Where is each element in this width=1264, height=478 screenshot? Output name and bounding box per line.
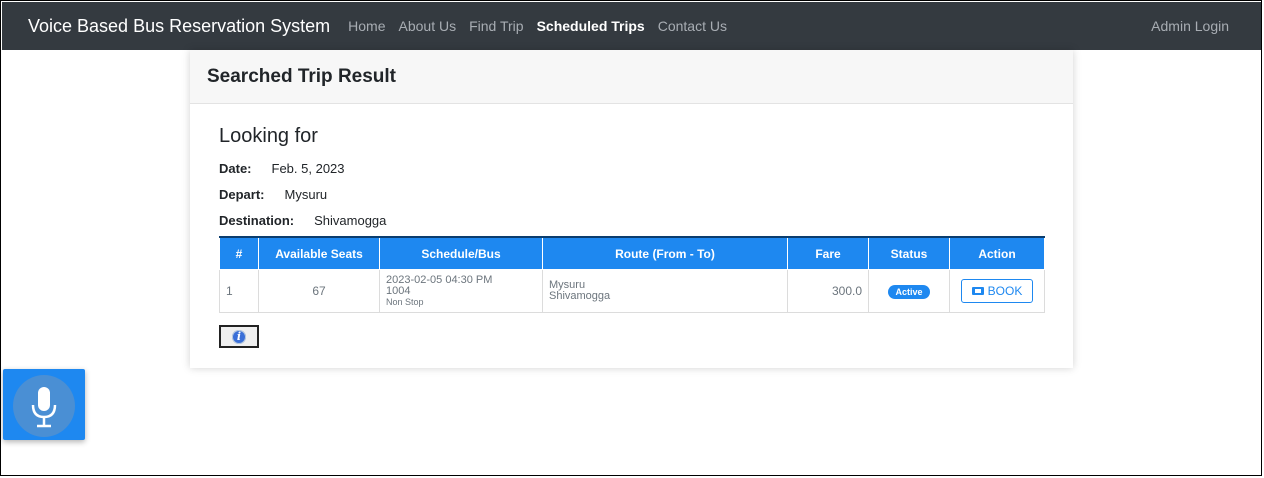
info-button[interactable]: i (219, 325, 259, 348)
date-row: Date: Feb. 5, 2023 (219, 161, 345, 176)
book-button[interactable]: BOOK (960, 279, 1034, 303)
book-button-label: BOOK (987, 284, 1023, 298)
admin-login-link[interactable]: Admin Login (1151, 18, 1229, 34)
col-header-num: # (219, 236, 259, 270)
status-badge: Active (888, 284, 930, 299)
top-navbar: Voice Based Bus Reservation System Home … (2, 2, 1261, 50)
voice-mic-button[interactable] (3, 369, 85, 440)
nav-scheduled-trips[interactable]: Scheduled Trips (537, 18, 645, 34)
col-header-seats: Available Seats (258, 236, 380, 270)
date-label: Date: (219, 161, 252, 176)
depart-row: Depart: Mysuru (219, 187, 327, 202)
row-bus-type: Non Stop (386, 296, 424, 307)
row-action-cell: BOOK (949, 269, 1045, 313)
looking-for-heading: Looking for (219, 125, 318, 147)
destination-value: Shivamogga (314, 213, 387, 228)
row-bus: 1004 (386, 284, 411, 297)
destination-row: Destination: Shivamogga (219, 213, 386, 228)
row-route-to: Shivamogga (549, 290, 611, 302)
destination-label: Destination: (219, 213, 295, 228)
search-result-card: Searched Trip Result Looking for Date: Fe… (190, 50, 1073, 368)
card-header: Searched Trip Result (190, 50, 1073, 104)
microphone-icon (31, 387, 57, 428)
row-schedule: 2023-02-05 04:30 PM (386, 273, 493, 286)
row-status-cell: Active (868, 269, 950, 313)
row-num: 1 (219, 269, 259, 313)
brand-title[interactable]: Voice Based Bus Reservation System (28, 16, 330, 37)
col-header-route: Route (From - To) (542, 236, 788, 270)
page-title: Searched Trip Result (207, 65, 397, 87)
ticket-icon (971, 287, 984, 295)
col-header-fare: Fare (787, 236, 869, 270)
row-route-cell: Mysuru Shivamogga (542, 269, 788, 313)
col-header-status: Status (868, 236, 950, 270)
nav-find-trip[interactable]: Find Trip (469, 18, 523, 34)
row-seats: 67 (258, 269, 380, 313)
info-icon: i (232, 329, 246, 344)
depart-value: Mysuru (284, 187, 328, 202)
trip-results-table: # Available Seats Schedule/Bus Route (Fr… (219, 236, 1045, 313)
nav-home[interactable]: Home (348, 18, 385, 34)
row-fare: 300.0 (787, 269, 869, 313)
nav-about-us[interactable]: About Us (399, 18, 457, 34)
col-header-schedule: Schedule/Bus (379, 236, 543, 270)
col-header-action: Action (949, 236, 1045, 270)
nav-contact-us[interactable]: Contact Us (658, 18, 727, 34)
table-row: 1 67 2023-02-05 04:30 PM 1004 Non Stop M… (219, 269, 1045, 313)
table-header-row: # Available Seats Schedule/Bus Route (Fr… (219, 236, 1045, 270)
date-value: Feb. 5, 2023 (271, 161, 345, 176)
row-schedule-cell: 2023-02-05 04:30 PM 1004 Non Stop (379, 269, 543, 313)
depart-label: Depart: (219, 187, 265, 202)
mic-circle (13, 375, 75, 437)
